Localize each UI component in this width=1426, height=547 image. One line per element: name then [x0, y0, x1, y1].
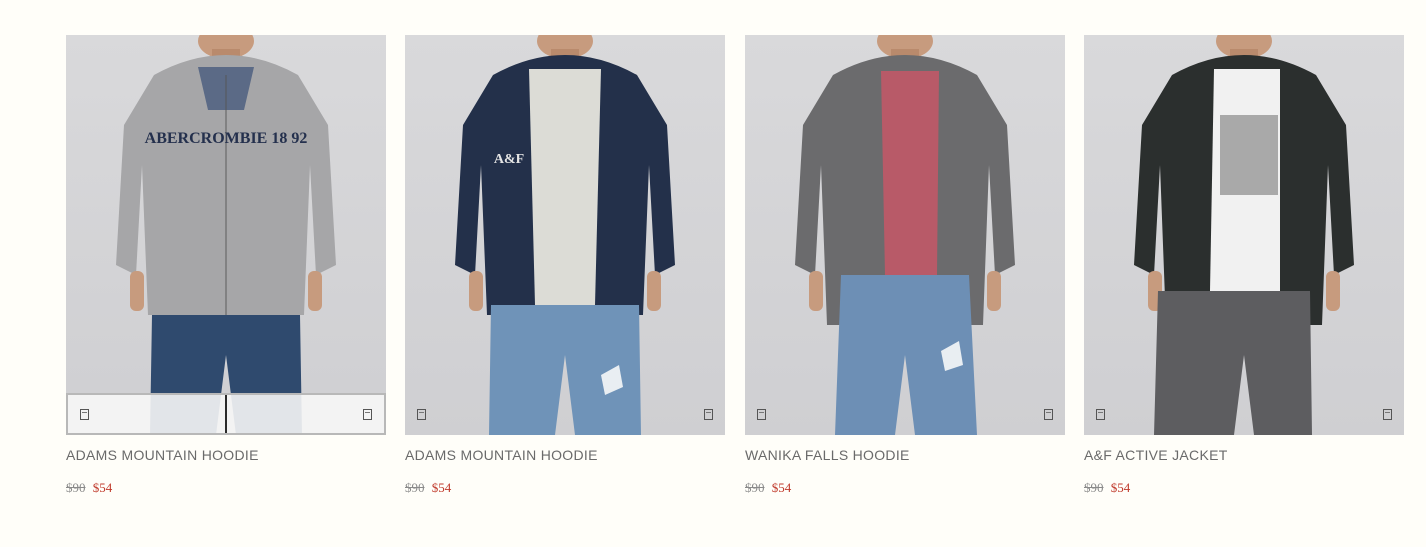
product-image[interactable] — [745, 35, 1065, 435]
svg-text:A&F: A&F — [494, 152, 524, 167]
product-name[interactable]: A&F ACTIVE JACKET — [1084, 447, 1404, 463]
product-action-bar — [745, 393, 1065, 435]
product-card[interactable]: A&F ACTIVE JACKET $90 $54 — [1084, 35, 1404, 496]
quick-view-icon[interactable] — [757, 408, 766, 420]
sale-price: $54 — [92, 480, 113, 495]
product-action-bar — [1084, 393, 1404, 435]
wishlist-button[interactable] — [227, 395, 384, 433]
original-price: $90 — [1084, 480, 1104, 495]
quick-view-icon[interactable] — [417, 408, 426, 420]
model-illustration — [1134, 35, 1354, 435]
product-card[interactable]: ABERCROMBIE 18 92 ADAMS MOUNTAIN HOODIE … — [66, 35, 386, 496]
wishlist-icon[interactable] — [1383, 408, 1392, 420]
product-image[interactable]: ABERCROMBIE 18 92 — [66, 35, 386, 435]
sale-price: $54 — [771, 480, 792, 495]
wishlist-icon[interactable] — [363, 408, 372, 420]
product-name[interactable]: ADAMS MOUNTAIN HOODIE — [66, 447, 386, 463]
wishlist-button[interactable] — [905, 393, 1065, 435]
product-action-bar — [405, 393, 725, 435]
model-illustration — [795, 35, 1015, 435]
quick-view-button[interactable] — [1084, 393, 1244, 435]
svg-text:ABERCROMBIE 18 92: ABERCROMBIE 18 92 — [145, 130, 308, 147]
model-illustration: A&F — [455, 35, 675, 435]
sale-price: $54 — [431, 480, 452, 495]
product-action-bar — [66, 393, 386, 435]
original-price: $90 — [405, 480, 425, 495]
sale-price: $54 — [1110, 480, 1131, 495]
quick-view-button[interactable] — [745, 393, 905, 435]
model-illustration: ABERCROMBIE 18 92 — [116, 35, 336, 435]
wishlist-button[interactable] — [565, 393, 725, 435]
wishlist-button[interactable] — [1244, 393, 1404, 435]
wishlist-icon[interactable] — [1044, 408, 1053, 420]
product-price: $90 $54 — [66, 480, 386, 496]
product-image[interactable] — [1084, 35, 1404, 435]
product-price: $90 $54 — [405, 480, 725, 496]
quick-view-button[interactable] — [405, 393, 565, 435]
product-price: $90 $54 — [745, 480, 1065, 496]
original-price: $90 — [66, 480, 86, 495]
product-image[interactable]: A&F — [405, 35, 725, 435]
product-name[interactable]: ADAMS MOUNTAIN HOODIE — [405, 447, 725, 463]
product-name[interactable]: WANIKA FALLS HOODIE — [745, 447, 1065, 463]
original-price: $90 — [745, 480, 765, 495]
product-grid: ABERCROMBIE 18 92 ADAMS MOUNTAIN HOODIE … — [0, 0, 1426, 547]
product-price: $90 $54 — [1084, 480, 1404, 496]
wishlist-icon[interactable] — [704, 408, 713, 420]
quick-view-icon[interactable] — [1096, 408, 1105, 420]
quick-view-button[interactable] — [68, 395, 227, 433]
product-card[interactable]: WANIKA FALLS HOODIE $90 $54 — [745, 35, 1065, 496]
quick-view-icon[interactable] — [80, 408, 89, 420]
product-card[interactable]: A&F ADAMS MOUNTAIN HOODIE $90 $54 — [405, 35, 725, 496]
